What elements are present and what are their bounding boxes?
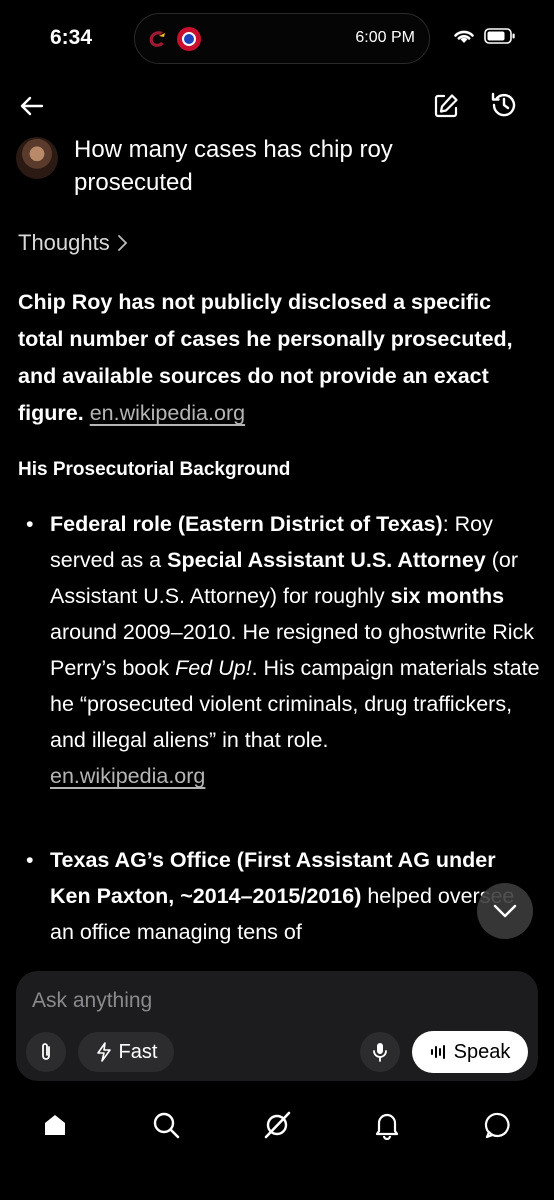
paperclip-icon bbox=[42, 1043, 50, 1060]
wifi-icon bbox=[454, 30, 474, 43]
speak-button[interactable]: Speak bbox=[412, 1031, 528, 1073]
fast-mode-button[interactable]: Fast bbox=[78, 1032, 174, 1072]
speak-label: Speak bbox=[453, 1040, 511, 1063]
search-icon bbox=[153, 1112, 180, 1139]
soundwave-icon bbox=[430, 1045, 445, 1059]
microphone-icon bbox=[373, 1043, 387, 1062]
answer-intro: Chip Roy has not publicly disclosed a sp… bbox=[18, 284, 538, 432]
source-link[interactable]: en.wikipedia.org bbox=[50, 764, 205, 788]
pistons-logo-icon bbox=[177, 27, 201, 51]
bullet-title: Federal role (Eastern District of Texas) bbox=[50, 512, 443, 536]
lightning-icon bbox=[96, 1042, 111, 1062]
island-time: 6:00 PM bbox=[355, 29, 415, 46]
cavaliers-logo-icon bbox=[149, 31, 165, 47]
fast-label: Fast bbox=[118, 1040, 158, 1063]
status-time: 6:34 bbox=[50, 26, 93, 49]
tab-bar bbox=[0, 1100, 554, 1150]
status-icons bbox=[452, 27, 516, 45]
tab-home[interactable] bbox=[38, 1108, 72, 1142]
composer: Ask anything Fast Speak bbox=[16, 971, 538, 1081]
tab-notifications[interactable] bbox=[370, 1108, 404, 1142]
microphone-button[interactable] bbox=[360, 1032, 400, 1072]
section-heading: His Prosecutorial Background bbox=[18, 459, 291, 480]
list-item: Texas AG’s Office (First Assistant AG un… bbox=[26, 842, 540, 950]
ask-input[interactable]: Ask anything bbox=[32, 989, 152, 1013]
tab-search[interactable] bbox=[149, 1108, 183, 1142]
history-icon[interactable] bbox=[489, 90, 519, 120]
avatar bbox=[16, 137, 58, 179]
tab-grok[interactable] bbox=[260, 1108, 294, 1142]
chat-icon bbox=[484, 1112, 510, 1139]
user-question: How many cases has chip roy prosecuted bbox=[74, 136, 393, 196]
edit-icon[interactable] bbox=[432, 92, 460, 120]
book-title: Fed Up! bbox=[175, 656, 252, 680]
list-item: Federal role (Eastern District of Texas)… bbox=[26, 506, 540, 794]
chevron-down-icon bbox=[493, 904, 517, 918]
bullet-bold: six months bbox=[390, 584, 505, 608]
attach-button[interactable] bbox=[26, 1032, 66, 1072]
tab-messages[interactable] bbox=[481, 1108, 515, 1142]
thoughts-toggle[interactable]: Thoughts bbox=[18, 230, 130, 256]
bell-icon bbox=[375, 1113, 399, 1140]
source-link[interactable]: en.wikipedia.org bbox=[90, 401, 245, 425]
thoughts-label: Thoughts bbox=[18, 230, 110, 255]
grok-icon bbox=[264, 1111, 291, 1139]
battery-icon bbox=[484, 28, 515, 44]
dynamic-island: 6:00 PM bbox=[134, 13, 430, 64]
back-arrow-icon[interactable] bbox=[18, 92, 46, 120]
home-icon bbox=[45, 1115, 65, 1135]
chevron-right-icon bbox=[117, 235, 128, 251]
bullet-bold: Special Assistant U.S. Attorney bbox=[167, 548, 486, 572]
scroll-down-button[interactable] bbox=[477, 883, 533, 939]
